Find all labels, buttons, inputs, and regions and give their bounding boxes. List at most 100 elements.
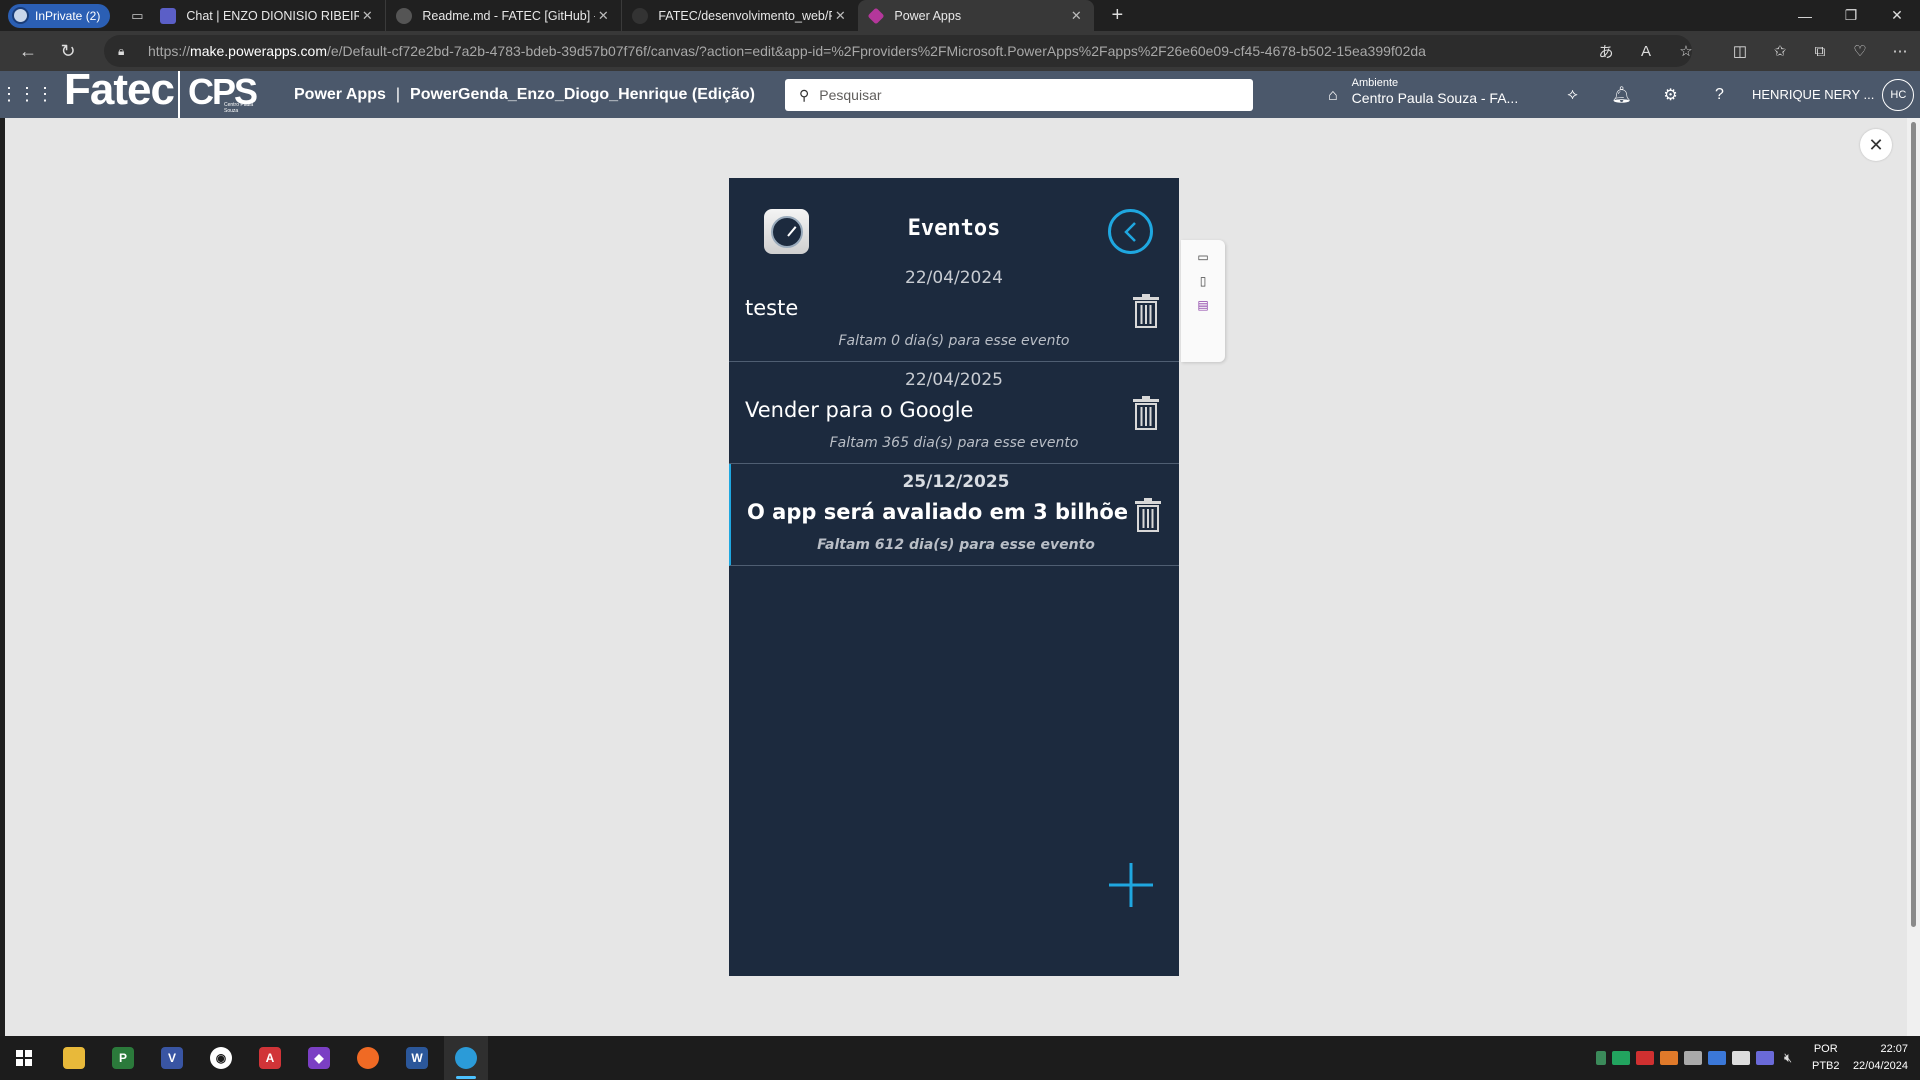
- inprivate-badge[interactable]: InPrivate (2): [8, 3, 111, 28]
- windows-taskbar: P V ◉ A ◆ W 🔇︎ POR PTB2 22:07 22/04/2024: [0, 1036, 1920, 1080]
- new-tab-button[interactable]: +: [1102, 1, 1132, 31]
- user-account[interactable]: HENRIQUE NERY ... HC: [1752, 71, 1915, 118]
- trash-icon[interactable]: [1132, 294, 1160, 328]
- event-days-remaining: Faltam 612 dia(s) para esse evento: [817, 537, 1095, 553]
- tab-actions-icon[interactable]: ▭: [124, 4, 150, 28]
- close-preview-icon[interactable]: ✕: [1860, 129, 1892, 161]
- url-host: make.powerapps.com: [190, 43, 327, 59]
- tab-title: Chat | ENZO DIONISIO RIBEIRO (: [186, 8, 360, 23]
- app-launcher-icon[interactable]: ⋮⋮⋮: [0, 71, 54, 118]
- tab-title: Readme.md - FATEC [GitHub] - V: [422, 8, 596, 23]
- trash-icon[interactable]: [1132, 396, 1160, 430]
- event-days-remaining: Faltam 0 dia(s) para esse evento: [838, 333, 1070, 349]
- browser-toolbar-icons: あ A ☆ ◫ ✩ ⧉ ♡ ⋯: [1586, 31, 1920, 71]
- visio-icon[interactable]: V: [150, 1036, 194, 1080]
- favorites-icon[interactable]: ✩: [1760, 42, 1800, 60]
- browser-tab[interactable]: Chat | ENZO DIONISIO RIBEIRO ( ✕: [150, 0, 387, 31]
- project-icon[interactable]: P: [101, 1036, 145, 1080]
- title-separator: |: [395, 85, 401, 103]
- close-tab-icon[interactable]: ✕: [359, 8, 375, 24]
- tray-orange-icon[interactable]: [1660, 1051, 1678, 1065]
- lang-line1: POR: [1813, 1043, 1838, 1055]
- file-explorer-icon[interactable]: [52, 1036, 96, 1080]
- split-screen-icon[interactable]: ◫: [1720, 42, 1760, 60]
- page-scrollbar[interactable]: [1907, 118, 1920, 1036]
- fatec-logo[interactable]: Fatec Faculdade de Tecnologia: [54, 65, 175, 132]
- event-date: 22/04/2024: [905, 268, 1003, 288]
- back-arrow-icon[interactable]: ←: [8, 34, 48, 68]
- pdf-reader-icon[interactable]: A: [248, 1036, 292, 1080]
- close-tab-icon[interactable]: ✕: [832, 8, 848, 24]
- add-event-button[interactable]: [1107, 861, 1155, 909]
- tray-green-icon[interactable]: [1612, 1051, 1630, 1065]
- close-window-icon[interactable]: ✕: [1874, 0, 1920, 31]
- taskbar-clock[interactable]: 22:07 22/04/2024: [1846, 1041, 1908, 1075]
- close-tab-icon[interactable]: ✕: [595, 8, 611, 24]
- scrollbar-thumb[interactable]: [1911, 122, 1916, 927]
- trash-icon[interactable]: [1134, 498, 1162, 532]
- word-icon[interactable]: W: [395, 1036, 439, 1080]
- back-button[interactable]: [1108, 209, 1153, 254]
- refresh-icon[interactable]: ↻: [48, 34, 88, 68]
- browser-tab-active[interactable]: Power Apps ✕: [858, 0, 1095, 31]
- windows-start-icon[interactable]: [2, 1036, 46, 1080]
- profile-avatar-icon: [12, 7, 29, 24]
- url-field[interactable]: 🔒︎ https://make.powerapps.com/e/Default-…: [104, 35, 1692, 67]
- screen-size-icon[interactable]: ▤: [1197, 298, 1208, 312]
- firefox-icon[interactable]: [346, 1036, 390, 1080]
- event-list-item[interactable]: 22/04/2024 teste Faltam 0 dia(s) para es…: [729, 260, 1179, 362]
- tray-app2-icon[interactable]: [1756, 1051, 1774, 1065]
- search-icon: ⚲: [799, 86, 810, 103]
- github-icon: [396, 7, 413, 24]
- app-name: PowerGenda_Enzo_Diogo_Henrique (Edição): [410, 85, 755, 103]
- event-list-item-selected[interactable]: 25/12/2025 O app será avaliado em 3 bilh…: [729, 464, 1179, 566]
- close-tab-icon[interactable]: ✕: [1068, 8, 1084, 24]
- notifications-bell-icon[interactable]: 🔔︎: [1597, 85, 1646, 105]
- user-avatar: HC: [1882, 78, 1915, 111]
- help-icon[interactable]: ?: [1695, 86, 1744, 104]
- header-icons: ⟡ 🔔︎ ⚙ ?: [1548, 71, 1744, 118]
- clock-date: 22/04/2024: [1852, 1060, 1908, 1072]
- favorite-star-icon[interactable]: ☆: [1666, 42, 1706, 60]
- input-language[interactable]: POR PTB2: [1812, 1041, 1840, 1075]
- event-list-item[interactable]: 22/04/2025 Vender para o Google Faltam 3…: [729, 362, 1179, 464]
- fatec-logo-text: Fatec: [64, 65, 175, 114]
- read-aloud-icon[interactable]: A: [1626, 43, 1666, 60]
- event-date: 22/04/2025: [905, 370, 1003, 390]
- visual-studio-icon[interactable]: ◆: [297, 1036, 341, 1080]
- tray-arrow-icon[interactable]: [1596, 1051, 1606, 1065]
- window-controls: — ❐ ✕: [1782, 0, 1920, 31]
- browser-tab[interactable]: Readme.md - FATEC [GitHub] - V ✕: [386, 0, 623, 31]
- translate-icon[interactable]: あ: [1586, 41, 1626, 62]
- tray-red-icon[interactable]: [1636, 1051, 1654, 1065]
- tablet-view-icon[interactable]: ▭: [1197, 250, 1208, 264]
- app-circle-icon[interactable]: ◉: [199, 1036, 243, 1080]
- environment-picker[interactable]: ⌂ Ambiente Centro Paula Souza - FA...: [1328, 77, 1518, 106]
- user-name: HENRIQUE NERY ...: [1752, 87, 1875, 102]
- search-box[interactable]: ⚲ Pesquisar: [785, 79, 1253, 111]
- more-options-icon[interactable]: ⋯: [1880, 42, 1920, 60]
- volume-muted-icon[interactable]: 🔇︎: [1784, 1050, 1792, 1066]
- screen: InPrivate (2) ▭ Chat | ENZO DIONISIO RIB…: [0, 0, 1920, 1080]
- phone-view-icon[interactable]: ▯: [1200, 274, 1207, 288]
- edge-icon[interactable]: [444, 1036, 488, 1080]
- tray-cloud-icon[interactable]: [1708, 1051, 1726, 1065]
- collections-icon[interactable]: ⧉: [1800, 43, 1840, 60]
- tray-network-icon[interactable]: [1732, 1051, 1750, 1065]
- product-name[interactable]: Power Apps: [294, 86, 386, 104]
- event-days-remaining: Faltam 365 dia(s) para esse evento: [829, 435, 1079, 451]
- powerapps-icon: [867, 7, 885, 24]
- tab-title: FATEC/desenvolvimento_web/Po: [658, 8, 833, 23]
- browser-essentials-icon[interactable]: ♡: [1840, 42, 1880, 60]
- event-date: 25/12/2025: [902, 472, 1010, 492]
- teams-icon: [160, 7, 177, 24]
- settings-gear-icon[interactable]: ⚙: [1646, 85, 1695, 105]
- browser-tab[interactable]: FATEC/desenvolvimento_web/Po ✕: [622, 0, 858, 31]
- copilot-icon[interactable]: ⟡: [1548, 86, 1597, 104]
- restore-icon[interactable]: ❐: [1828, 0, 1874, 31]
- event-name: teste: [745, 296, 799, 320]
- tray-app-icon[interactable]: [1684, 1051, 1702, 1065]
- minimize-icon[interactable]: —: [1782, 0, 1828, 31]
- environment-label: Ambiente: [1351, 77, 1399, 89]
- url-path: /e/Default-cf72e2bd-7a2b-4783-bdeb-39d57…: [326, 43, 1426, 59]
